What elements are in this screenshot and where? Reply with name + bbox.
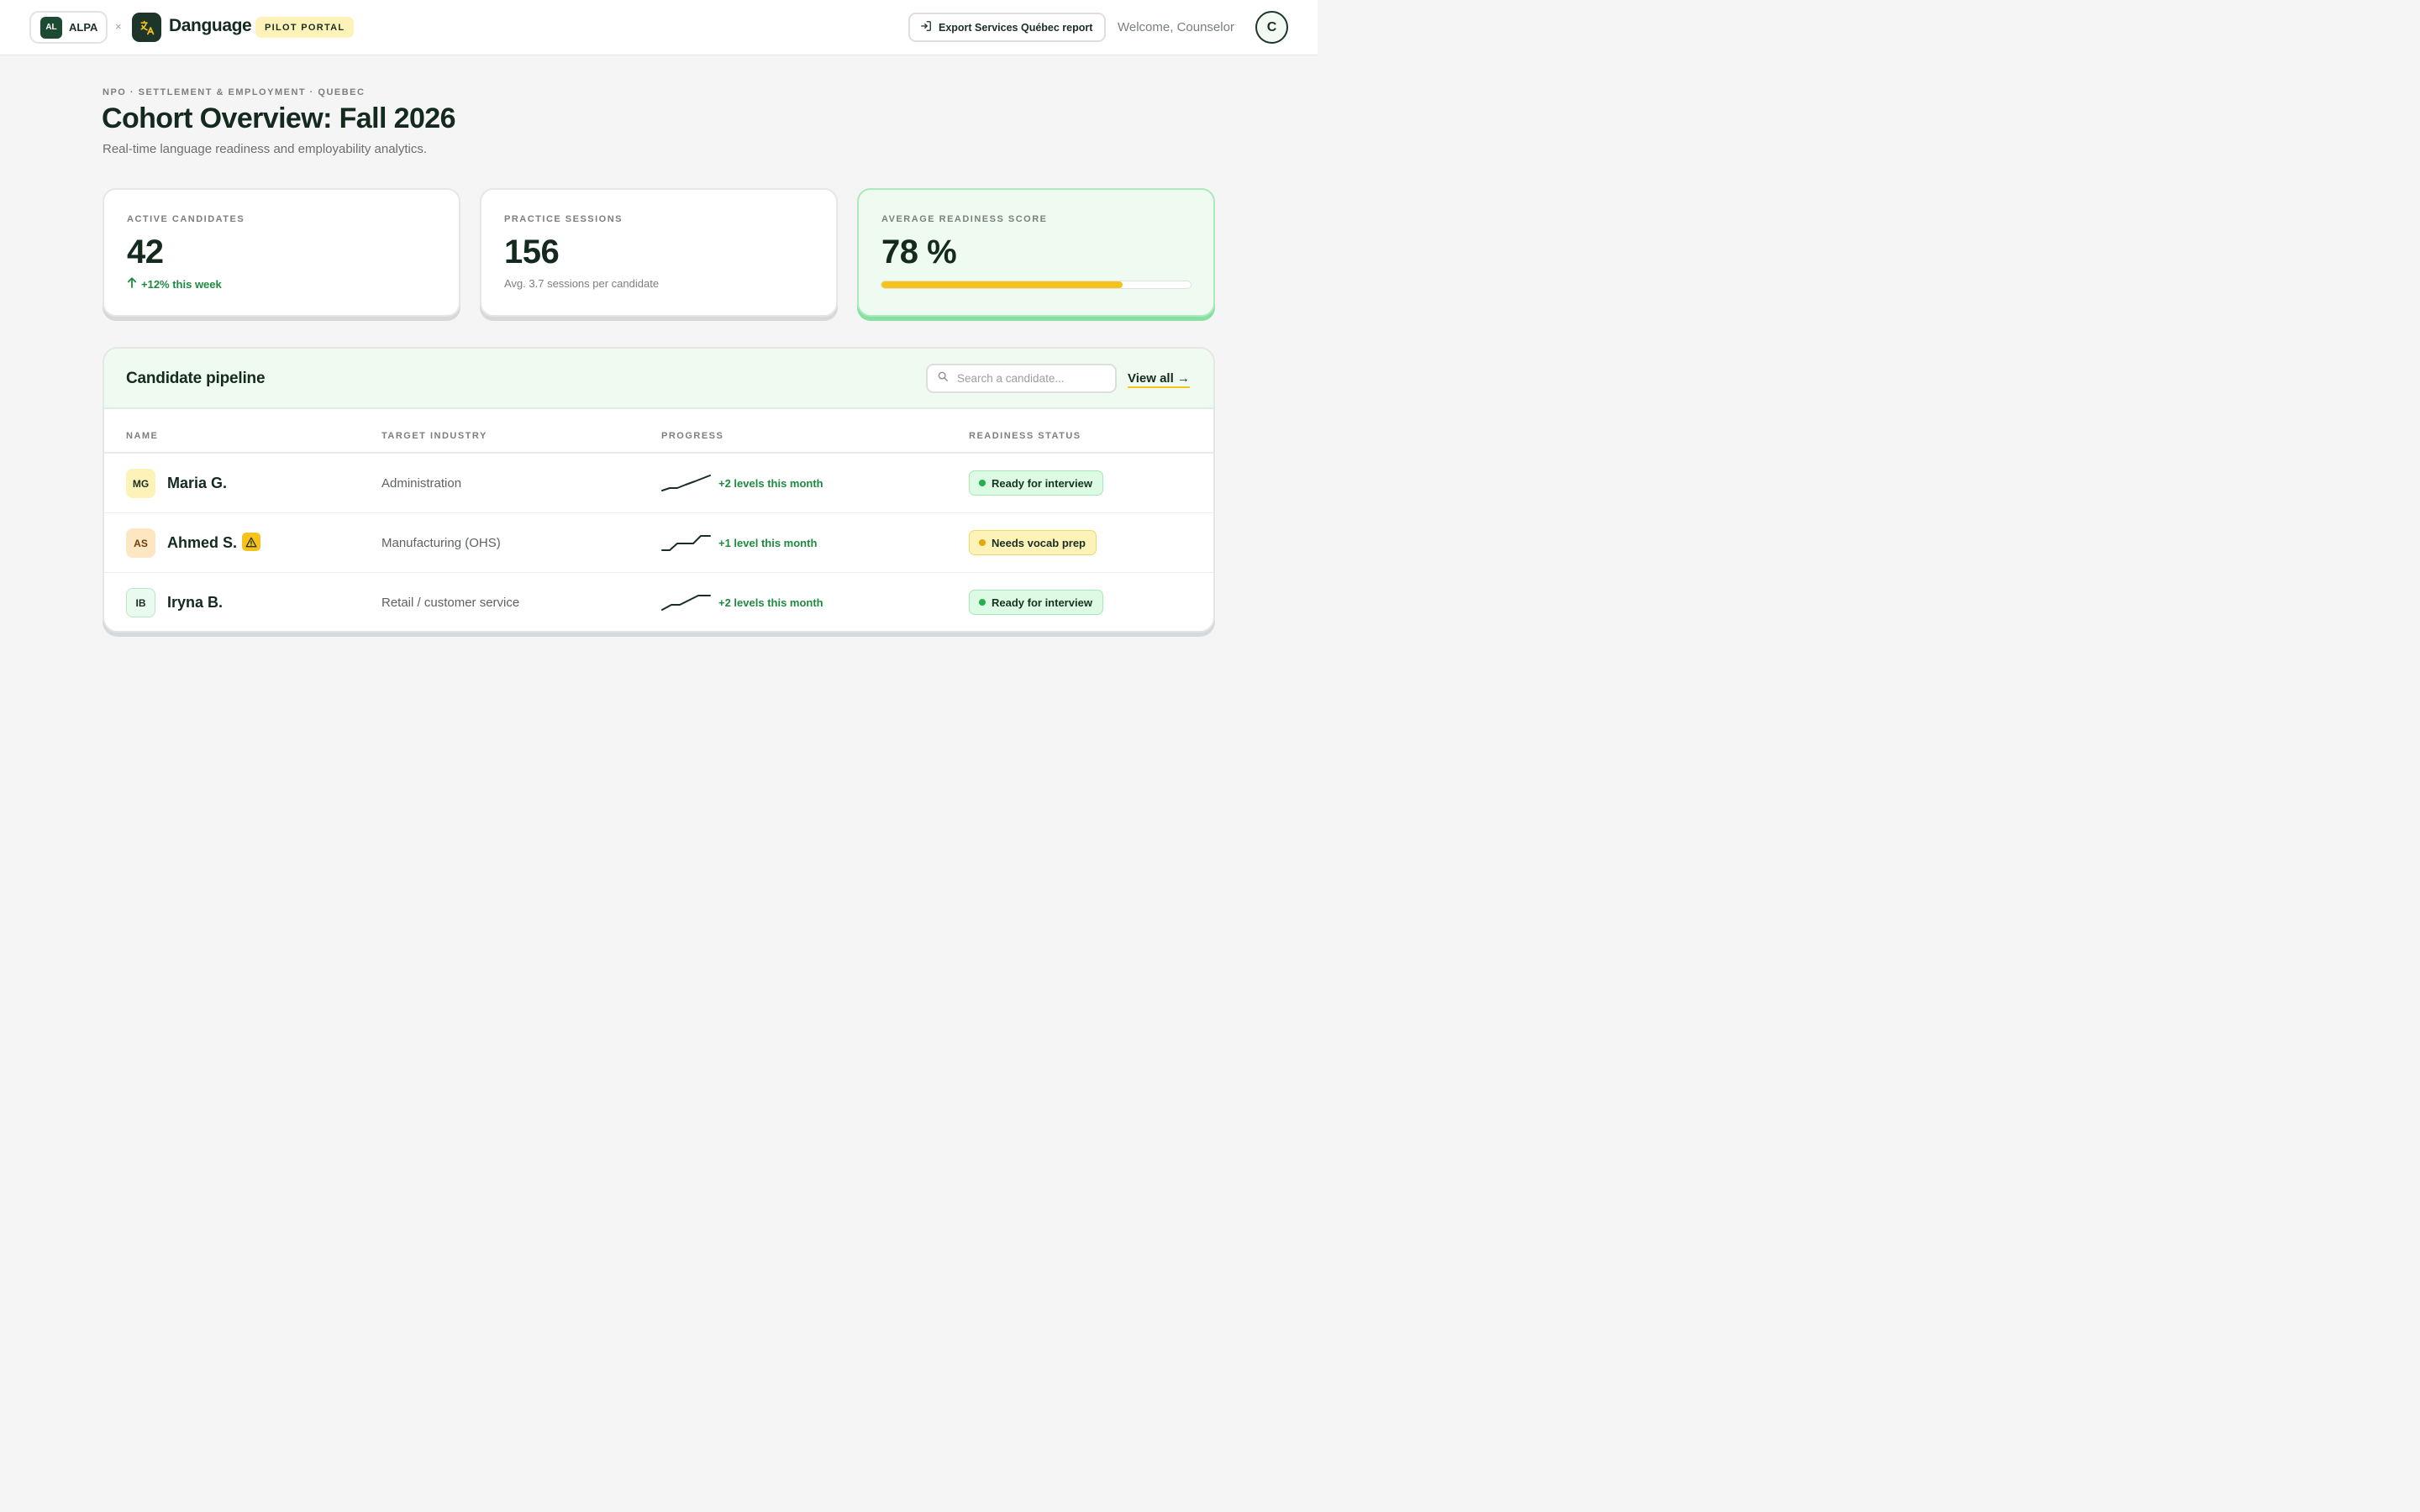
export-report-label: Export Services Québec report [939,21,1093,34]
column-header-industry[interactable]: TARGET INDUSTRY [381,431,487,441]
table-row[interactable]: IB Iryna B. Retail / customer service +2… [104,573,1213,631]
search-icon [937,370,949,386]
pipeline-header: Candidate pipeline View all → [104,349,1213,409]
stat-trend-label: +12% this week [141,277,222,291]
partner-badge[interactable]: AL ALPA [29,11,108,44]
stat-card-active-candidates: ACTIVE CANDIDATES 42 +12% this week [103,188,460,317]
partner-logo: AL [40,16,62,39]
status-label: Ready for interview [992,596,1092,609]
status-label: Needs vocab prep [992,536,1086,549]
status-badge[interactable]: Ready for interview [969,470,1103,496]
candidate-pipeline-panel: Candidate pipeline View all → NAME TARGE… [103,347,1215,633]
candidate-industry: Retail / customer service [381,596,520,610]
column-header-progress[interactable]: PROGRESS [661,431,723,441]
export-icon [920,20,932,34]
arrow-up-icon [127,277,137,291]
search-input[interactable] [957,372,1100,385]
readiness-progress-bar [881,281,1192,289]
export-report-button[interactable]: Export Services Québec report [908,13,1106,42]
progress-delta: +2 levels this month [718,477,823,490]
portal-badge: PILOT PORTAL [255,17,355,38]
stat-value: 78 % [881,234,957,270]
page-subtitle: Real-time language readiness and employa… [103,142,428,156]
table-row[interactable]: AS Ahmed S. Manufacturing (OHS) +1 level… [104,513,1213,573]
progress-sparkline [661,475,711,491]
candidate-name[interactable]: Ahmed S. [167,534,237,552]
pipeline-title: Candidate pipeline [126,370,266,387]
progress-delta: +1 level this month [718,537,818,549]
candidate-name[interactable]: Maria G. [167,475,227,492]
column-header-name[interactable]: NAME [126,431,158,441]
progress-sparkline [661,535,711,551]
translate-icon[interactable] [132,13,161,42]
candidate-industry: Administration [381,476,462,491]
stat-card-readiness-score: AVERAGE READINESS SCORE 78 % [857,188,1215,317]
stat-value: 156 [504,234,560,270]
top-bar: AL ALPA × Danguage PILOT PORTAL Export S… [0,0,1318,55]
candidate-industry: Manufacturing (OHS) [381,536,501,550]
status-dot [979,539,986,546]
stat-label: ACTIVE CANDIDATES [127,214,245,224]
progress-delta: +2 levels this month [718,596,823,609]
stat-value: 42 [127,234,164,270]
status-dot [979,480,986,486]
stat-label: AVERAGE READINESS SCORE [881,214,1048,224]
welcome-text: Welcome, Counselor [1118,20,1234,34]
status-badge[interactable]: Needs vocab prep [969,530,1097,555]
avatar[interactable]: C [1255,11,1288,44]
stat-label: PRACTICE SESSIONS [504,214,623,224]
readiness-progress-fill [881,281,1123,288]
candidate-avatar: IB [126,588,155,617]
view-all-link[interactable]: View all → [1128,371,1190,388]
progress-sparkline [661,595,711,611]
brand-name[interactable]: Danguage [169,16,252,36]
column-header-status[interactable]: READINESS STATUS [969,431,1081,441]
partner-name: ALPA [69,21,98,34]
candidate-avatar: AS [126,528,155,558]
search-box[interactable] [926,364,1117,393]
candidate-avatar: MG [126,469,155,498]
partner-separator: × [115,20,122,33]
status-dot [979,599,986,606]
status-badge[interactable]: Ready for interview [969,590,1103,615]
stat-trend: +12% this week [127,277,222,291]
page-eyebrow: NPO · SETTLEMENT & EMPLOYMENT · QUEBEC [103,87,366,97]
status-label: Ready for interview [992,476,1092,490]
table-row[interactable]: MG Maria G. Administration +2 levels thi… [104,454,1213,513]
warning-icon[interactable] [242,533,260,551]
candidate-name[interactable]: Iryna B. [167,594,223,612]
page-title: Cohort Overview: Fall 2026 [102,102,455,134]
stat-card-practice-sessions: PRACTICE SESSIONS 156 Avg. 3.7 sessions … [480,188,838,317]
stat-note: Avg. 3.7 sessions per candidate [504,277,660,290]
